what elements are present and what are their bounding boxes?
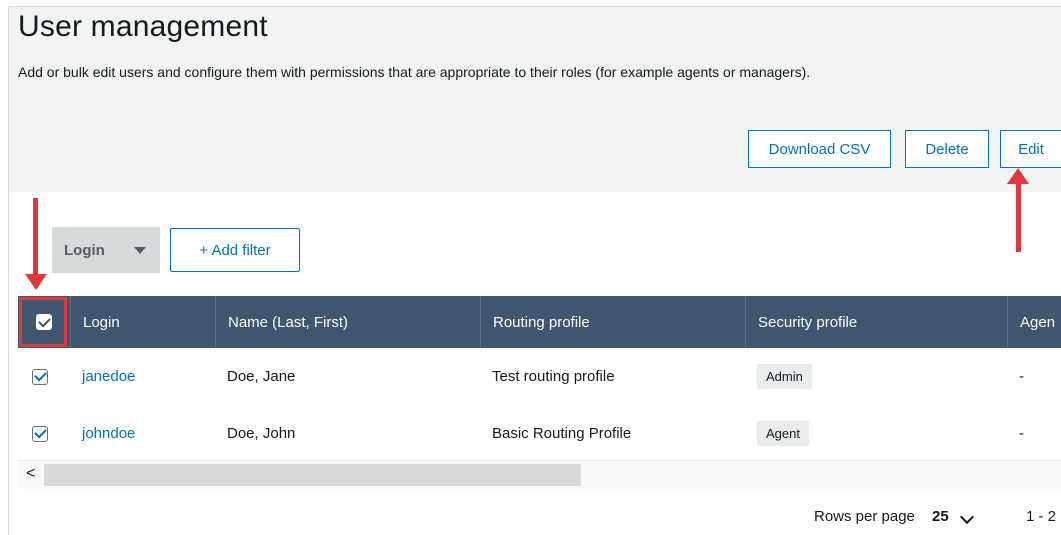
user-name: Doe, Jane xyxy=(227,368,296,385)
rows-per-page-label: Rows per page xyxy=(814,508,915,525)
download-csv-button[interactable]: Download CSV xyxy=(748,130,891,168)
column-header-routing-profile[interactable]: Routing profile xyxy=(480,296,745,348)
table-header-row: Login Name (Last, First) Routing profile… xyxy=(18,296,1061,348)
table-row: johndoe Doe, John Basic Routing Profile … xyxy=(18,405,1061,463)
column-header-name[interactable]: Name (Last, First) xyxy=(215,296,480,348)
page-description: Add or bulk edit users and configure the… xyxy=(18,64,811,80)
check-icon xyxy=(33,425,47,439)
scrollbar-thumb[interactable] xyxy=(44,464,581,486)
select-all-highlight xyxy=(19,297,67,347)
arrow-down-icon xyxy=(25,274,47,290)
caret-down-icon xyxy=(134,247,146,254)
security-profile-cell: Admin xyxy=(745,348,812,405)
edit-button[interactable]: Edit xyxy=(1000,130,1061,168)
agent-value: - xyxy=(1019,425,1024,442)
column-header-login[interactable]: Login xyxy=(70,296,215,348)
add-filter-button[interactable]: + Add filter xyxy=(170,228,300,272)
page-title: User management xyxy=(18,10,268,43)
user-management-page: User management Add or bulk edit users a… xyxy=(0,0,1061,535)
delete-button[interactable]: Delete xyxy=(905,130,989,168)
filter-field-select[interactable]: Login xyxy=(52,227,160,273)
routing-profile: Basic Routing Profile xyxy=(492,425,632,442)
row-checkbox[interactable] xyxy=(32,368,48,385)
check-icon xyxy=(33,368,47,382)
filter-field-label: Login xyxy=(64,241,105,259)
page-range: 1 - 2 xyxy=(1026,508,1057,525)
scroll-left-icon[interactable]: < xyxy=(26,465,35,483)
row-check-cell xyxy=(32,348,56,405)
table-row: janedoe Doe, Jane Test routing profile A… xyxy=(18,348,1061,406)
security-profile-badge: Admin xyxy=(757,364,812,389)
user-login-link[interactable]: johndoe xyxy=(70,405,135,462)
row-check-cell xyxy=(32,405,56,462)
agent-value: - xyxy=(1019,368,1024,385)
column-header-security-profile[interactable]: Security profile xyxy=(745,296,1007,348)
annotation-arrow-down xyxy=(33,198,38,276)
annotation-arrow-up xyxy=(1016,182,1021,252)
user-login-link[interactable]: janedoe xyxy=(70,348,135,405)
security-profile-cell: Agent xyxy=(745,405,809,462)
row-checkbox[interactable] xyxy=(32,425,48,442)
column-header-agent[interactable]: Agen xyxy=(1007,296,1061,348)
routing-profile: Test routing profile xyxy=(492,368,615,385)
user-name: Doe, John xyxy=(227,425,296,442)
rows-per-page-select[interactable]: 25 xyxy=(932,508,949,525)
horizontal-scrollbar[interactable]: < xyxy=(18,460,1061,489)
security-profile-badge: Agent xyxy=(757,421,809,446)
